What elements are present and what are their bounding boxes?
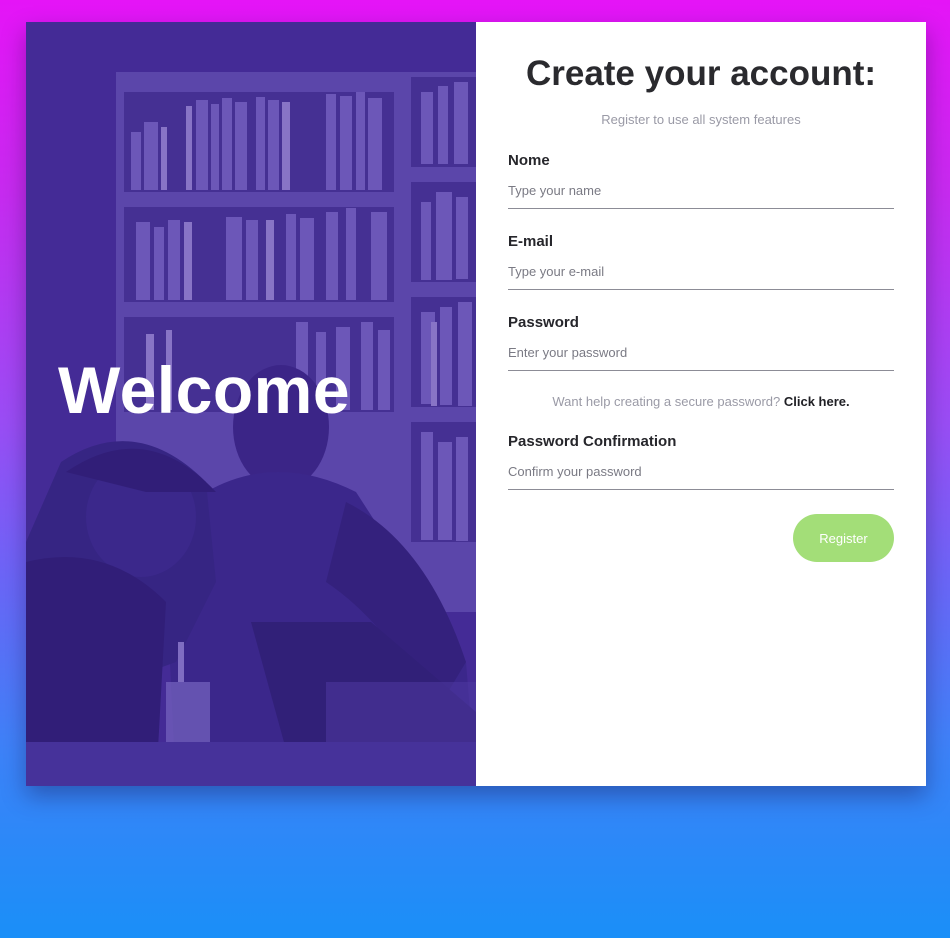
- register-form-panel: Create your account: Register to use all…: [476, 22, 926, 786]
- password-confirmation-field-group: Password Confirmation: [508, 433, 894, 490]
- name-input[interactable]: [508, 174, 894, 209]
- password-help-text: Want help creating a secure password?: [552, 394, 784, 409]
- password-help: Want help creating a secure password? Cl…: [476, 394, 926, 409]
- form-title: Create your account:: [525, 54, 877, 93]
- password-label: Password: [508, 314, 579, 331]
- welcome-heading: Welcome: [58, 353, 351, 427]
- password-field-group: Password: [508, 314, 894, 371]
- password-confirmation-label: Password Confirmation: [508, 433, 677, 450]
- email-field-group: E-mail: [508, 233, 894, 290]
- name-field-group: Nome: [508, 152, 894, 209]
- hero-panel: Welcome: [26, 22, 476, 786]
- name-label: Nome: [508, 152, 550, 169]
- password-help-link[interactable]: Click here.: [784, 394, 850, 409]
- password-confirmation-input[interactable]: [508, 455, 894, 490]
- email-input[interactable]: [508, 255, 894, 290]
- email-label: E-mail: [508, 233, 554, 250]
- password-input[interactable]: [508, 336, 894, 371]
- register-button[interactable]: Register: [793, 514, 894, 562]
- form-subtitle: Register to use all system features: [601, 112, 801, 127]
- register-card: Welcome Create your account: Register to…: [26, 22, 926, 786]
